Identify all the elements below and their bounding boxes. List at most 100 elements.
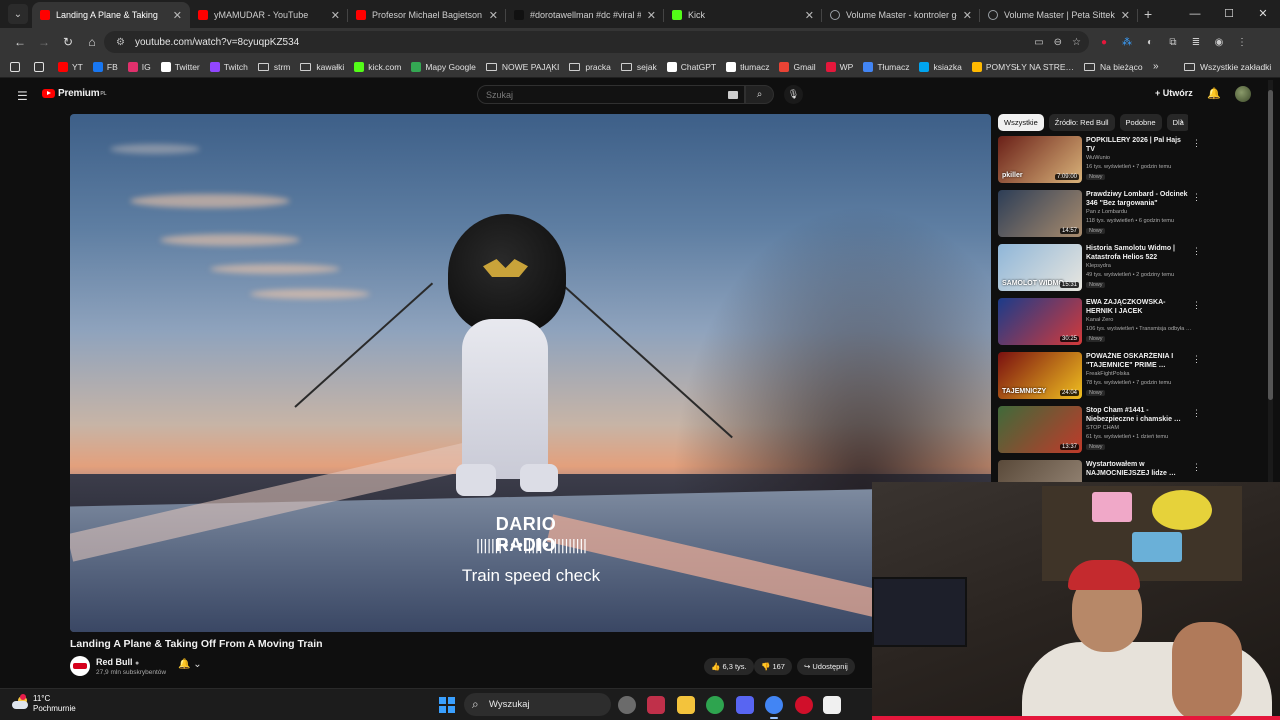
recommendation-title[interactable]: EWA ZAJĄCZKOWSKA-HERNIK I JACEK PRUSINOW… [1086, 298, 1188, 316]
bookmark-item[interactable]: ksiazka [919, 61, 962, 72]
video-thumbnail[interactable]: 13:37 [998, 406, 1082, 453]
close-tab-icon[interactable]: ✕ [173, 9, 182, 22]
windows-start-icon[interactable] [439, 697, 455, 713]
recommendation-item[interactable]: Wystartowałem w NAJMOCNIEJSZEJ lidze … ⋮ [998, 460, 1200, 482]
browser-tab[interactable]: Landing A Plane & Taking ✕ [32, 2, 190, 28]
bookmark-item[interactable]: Twitter [160, 61, 200, 72]
video-thumbnail[interactable]: SAMOLOT WIDMO 15:31 [998, 244, 1082, 291]
recommendation-channel[interactable]: Klepsydra [1086, 263, 1111, 269]
recommendation-channel[interactable]: FreakFightPolska [1086, 371, 1130, 377]
file-explorer-icon[interactable] [677, 696, 695, 714]
weather-temperature[interactable]: 11°C [33, 694, 50, 703]
recommendation-item[interactable]: pkiller 7:09:00 POPKILLERY 2026 | Pal Hajs… [998, 136, 1200, 186]
taskbar-search[interactable]: Wyszukaj [464, 693, 611, 716]
bookmark-item[interactable]: Twitch [209, 61, 248, 72]
bookmark-item[interactable]: tłumacz [726, 61, 769, 72]
scrollbar-thumb[interactable] [1268, 90, 1273, 400]
browser-tab[interactable]: yMAMUDAR - YouTube ✕ [190, 2, 348, 28]
record-extension-icon[interactable]: ● [1097, 37, 1111, 48]
extension-icon[interactable]: ⁂ [1120, 37, 1134, 48]
recommendation-item[interactable]: 14:57 Prawdziwy Lombard - Odcinek 346 "Be… [998, 190, 1200, 240]
browser-tab[interactable]: #dorotawellman #dc #viral #d ✕ [506, 2, 664, 28]
close-tab-icon[interactable]: ✕ [647, 9, 656, 22]
tab-search-button[interactable]: ⌄ [8, 4, 28, 24]
cast-icon[interactable]: ▭ [1034, 37, 1043, 48]
omnibox[interactable]: ⚙ youtube.com/watch?v=8cyuqpKZ534 ▭ ⊖ ☆ [104, 31, 1089, 53]
streamlabs-icon[interactable] [823, 696, 841, 714]
video-thumbnail[interactable]: 30:25 [998, 298, 1082, 345]
profile-icon[interactable]: ◉ [1212, 37, 1226, 48]
browser-menu-icon[interactable]: ⋮ [1235, 37, 1249, 48]
video-thumbnail[interactable] [998, 460, 1082, 482]
bookmark-item[interactable]: WP [825, 61, 853, 72]
more-options-icon[interactable]: ⋮ [1192, 354, 1200, 365]
more-options-icon[interactable]: ⋮ [1192, 138, 1200, 149]
bookmark-item[interactable]: NOWE PAJĄKI [485, 62, 559, 72]
bookmark-item[interactable]: YT [58, 61, 83, 72]
bookmark-item[interactable]: POMYSŁY NA STRE… [971, 61, 1074, 72]
filter-chip[interactable]: Źródło: Red Bull [1048, 114, 1115, 131]
subscription-bell-button[interactable]: 🔔 ⌄ [178, 659, 202, 670]
extensions-puzzle-icon[interactable]: ⧉ [1166, 37, 1180, 48]
recommendation-title[interactable]: POWAŻNE OSKARŻENIA I "TAJEMNICE" PRIME … [1086, 352, 1188, 370]
chrome-icon[interactable] [765, 696, 783, 719]
recommendation-channel[interactable]: Kanał Zero [1086, 317, 1113, 323]
recommendation-title[interactable]: Stop Cham #1441 - Niebezpieczne i chamsk… [1086, 406, 1188, 424]
bookmark-item[interactable]: Na bieżąco [1084, 62, 1143, 72]
search-button[interactable]: ⌕ [745, 85, 774, 104]
home-button[interactable]: ⌂ [80, 35, 104, 49]
new-tab-button[interactable]: + [1144, 6, 1152, 22]
keyboard-icon[interactable] [728, 91, 738, 99]
recommendation-item[interactable]: SAMOLOT WIDMO 15:31 Historia Samolotu Widm… [998, 244, 1200, 294]
extension-icon[interactable]: ◐ [1143, 37, 1157, 48]
like-button[interactable]: 👍 6,3 tys. [704, 658, 754, 675]
reload-button[interactable]: ↻ [56, 35, 80, 49]
browser-tab[interactable]: Volume Master | Peta Sittek ✕ [980, 2, 1138, 28]
search-input[interactable]: Szukaj [477, 85, 745, 104]
more-options-icon[interactable]: ⋮ [1192, 246, 1200, 257]
more-bookmarks-chevron-icon[interactable]: » [1153, 61, 1159, 72]
bookmark-item[interactable]: ChatGPT [666, 61, 716, 72]
weather-cloud-icon[interactable] [12, 694, 30, 712]
back-button[interactable]: ← [8, 35, 32, 49]
recommendation-title[interactable]: Historia Samolotu Widmo | Katastrofa Hel… [1086, 244, 1188, 262]
chevron-right-icon[interactable]: › [1180, 116, 1183, 127]
bookmark-item[interactable]: kick.com [354, 61, 401, 72]
all-bookmarks[interactable]: Wszystkie zakładki [1184, 62, 1271, 72]
recommendation-title[interactable]: POPKILLERY 2026 | Pal Hajs TV [1086, 136, 1188, 154]
recommendation-title[interactable]: Prawdziwy Lombard - Odcinek 346 "Bez tar… [1086, 190, 1188, 208]
recommendation-item[interactable]: 13:37 Stop Cham #1441 - Niebezpieczne i c… [998, 406, 1200, 456]
recommendation-channel[interactable]: WuWunio [1086, 155, 1110, 161]
bookmark-item[interactable]: kawałki [300, 62, 344, 72]
bookmark-star-icon[interactable]: ☆ [1072, 37, 1081, 48]
share-button[interactable]: ↪ Udostępnij [797, 658, 855, 675]
video-player[interactable]: DARIO RADIO |||||||•••|||||•|||||||||| T… [70, 114, 991, 632]
recommendation-channel[interactable]: STOP CHAM [1086, 425, 1119, 431]
dislike-button[interactable]: 👎 167 [754, 658, 792, 675]
more-options-icon[interactable]: ⋮ [1192, 192, 1200, 203]
minimize-button[interactable]: — [1178, 0, 1212, 28]
bookmark-item[interactable] [10, 61, 24, 72]
browser-tab[interactable]: Profesor Michael Bagietson - … ✕ [348, 2, 506, 28]
bookmark-item[interactable]: FB [92, 61, 118, 72]
close-tab-icon[interactable]: ✕ [489, 9, 498, 22]
more-options-icon[interactable]: ⋮ [1192, 300, 1200, 311]
recommendation-title[interactable]: Wystartowałem w NAJMOCNIEJSZEJ lidze … [1086, 460, 1188, 478]
filter-chip[interactable]: Dla [1166, 114, 1188, 131]
site-info-icon[interactable]: ⚙ [116, 37, 125, 48]
create-button[interactable]: + Utwórz [1155, 88, 1193, 98]
bookmark-item[interactable]: pracka [569, 62, 611, 72]
bookmark-item[interactable]: IG [127, 61, 151, 72]
close-tab-icon[interactable]: ✕ [805, 9, 814, 22]
channel-name[interactable]: Red Bull ● [96, 657, 139, 667]
video-thumbnail[interactable]: 14:57 [998, 190, 1082, 237]
filter-chip[interactable]: Wszystkie [998, 114, 1044, 131]
bookmark-item[interactable]: Gmail [779, 61, 816, 72]
bookmark-item[interactable]: strm [257, 62, 290, 72]
close-window-button[interactable]: ✕ [1246, 0, 1280, 28]
browser-tab[interactable]: Kick ✕ [664, 2, 822, 28]
reading-list-icon[interactable]: ≣ [1189, 37, 1203, 48]
more-options-icon[interactable]: ⋮ [1192, 462, 1200, 473]
voice-search-button[interactable]: 🎙 [784, 85, 803, 104]
account-avatar[interactable] [1235, 86, 1251, 102]
